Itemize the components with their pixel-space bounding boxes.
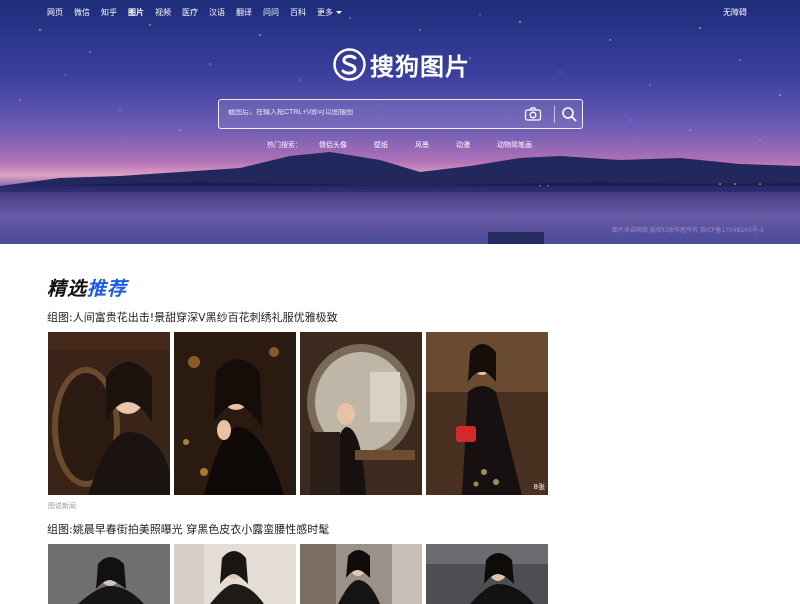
- nav-images[interactable]: 图片: [128, 7, 144, 21]
- gallery-thumbnail[interactable]: [300, 544, 422, 604]
- search-divider: [554, 106, 555, 123]
- gallery-thumbnails: [48, 544, 548, 604]
- photo-woman-brick-wall: [300, 544, 422, 604]
- gallery-thumbnail[interactable]: [300, 332, 422, 495]
- logo-text: 搜狗图片: [370, 53, 470, 81]
- gallery-title[interactable]: 组图:姚晨早春街拍美照曝光 穿黑色皮衣小露蛮腰性感时髦: [47, 523, 329, 537]
- search-icon[interactable]: [561, 106, 577, 122]
- nav-translate[interactable]: 翻译: [236, 7, 252, 21]
- photo-woman-red-bag: [426, 332, 548, 495]
- nav-wechat[interactable]: 微信: [74, 7, 90, 21]
- photo-woman-jacket: [426, 544, 548, 604]
- gallery-thumbnail[interactable]: [174, 332, 296, 495]
- gallery-thumbnail[interactable]: 8张: [426, 332, 548, 495]
- nav-video[interactable]: 视频: [155, 7, 171, 21]
- hot-searches: 热门搜索： 情侣头像 壁纸 风景 动漫 动物简笔画: [267, 140, 559, 150]
- gallery-thumbnail[interactable]: [174, 544, 296, 604]
- nav-more-label: 更多: [317, 8, 333, 17]
- sogou-images-logo[interactable]: 搜狗图片: [333, 47, 470, 82]
- section-title-part1: 精选: [47, 278, 88, 300]
- top-navigation: 网页 微信 知乎 图片 视频 医疗 汉语 翻译 问问 百科 更多: [47, 7, 353, 21]
- gallery-thumbnail[interactable]: [426, 544, 548, 604]
- gallery-thumbnail[interactable]: [48, 544, 170, 604]
- hot-link[interactable]: 动漫: [456, 140, 470, 150]
- photo-woman-mirror: [48, 332, 170, 495]
- hot-searches-label: 热门搜索：: [267, 141, 302, 149]
- nav-medical[interactable]: 医疗: [182, 7, 198, 21]
- hot-link[interactable]: 动物简笔画: [497, 140, 532, 150]
- photo-woman-bokeh: [174, 332, 296, 495]
- nav-zhihu[interactable]: 知乎: [101, 7, 117, 21]
- accessibility-link[interactable]: 无障碍: [723, 7, 747, 19]
- photo-woman-leather: [48, 544, 170, 604]
- image-credit: 图片来自网络 版权归原作者所有 京ICP备17048165号-5: [612, 227, 764, 234]
- hot-link[interactable]: 壁纸: [374, 140, 388, 150]
- search-input[interactable]: [228, 109, 508, 116]
- section-title: 精选推荐: [47, 274, 127, 301]
- hot-link[interactable]: 风景: [415, 140, 429, 150]
- nav-more[interactable]: 更多: [317, 7, 342, 21]
- source-label: 图说新闻: [48, 502, 76, 510]
- gallery-thumbnail[interactable]: [48, 332, 170, 495]
- gallery-title[interactable]: 组图:人间富贵花出击!景甜穿深V黑纱百花刺绣礼服优雅极致: [47, 311, 338, 325]
- nav-web[interactable]: 网页: [47, 7, 63, 21]
- chevron-down-icon: [336, 11, 342, 14]
- nav-wenwen[interactable]: 问问: [263, 7, 279, 21]
- photo-round-window: [300, 332, 422, 495]
- nav-hanyu[interactable]: 汉语: [209, 7, 225, 21]
- camera-icon[interactable]: [524, 106, 542, 122]
- gallery-thumbnails: 8张: [48, 332, 548, 495]
- hot-link[interactable]: 情侣头像: [319, 140, 347, 150]
- image-count-badge: 8张: [533, 483, 545, 491]
- photo-woman-street: [174, 544, 296, 604]
- search-box: [218, 99, 583, 129]
- sogou-logo-icon: [333, 48, 366, 81]
- section-title-part2: 推荐: [87, 278, 128, 300]
- nav-baike[interactable]: 百科: [290, 7, 306, 21]
- pier: [488, 232, 544, 244]
- lake-reflection: [0, 186, 800, 244]
